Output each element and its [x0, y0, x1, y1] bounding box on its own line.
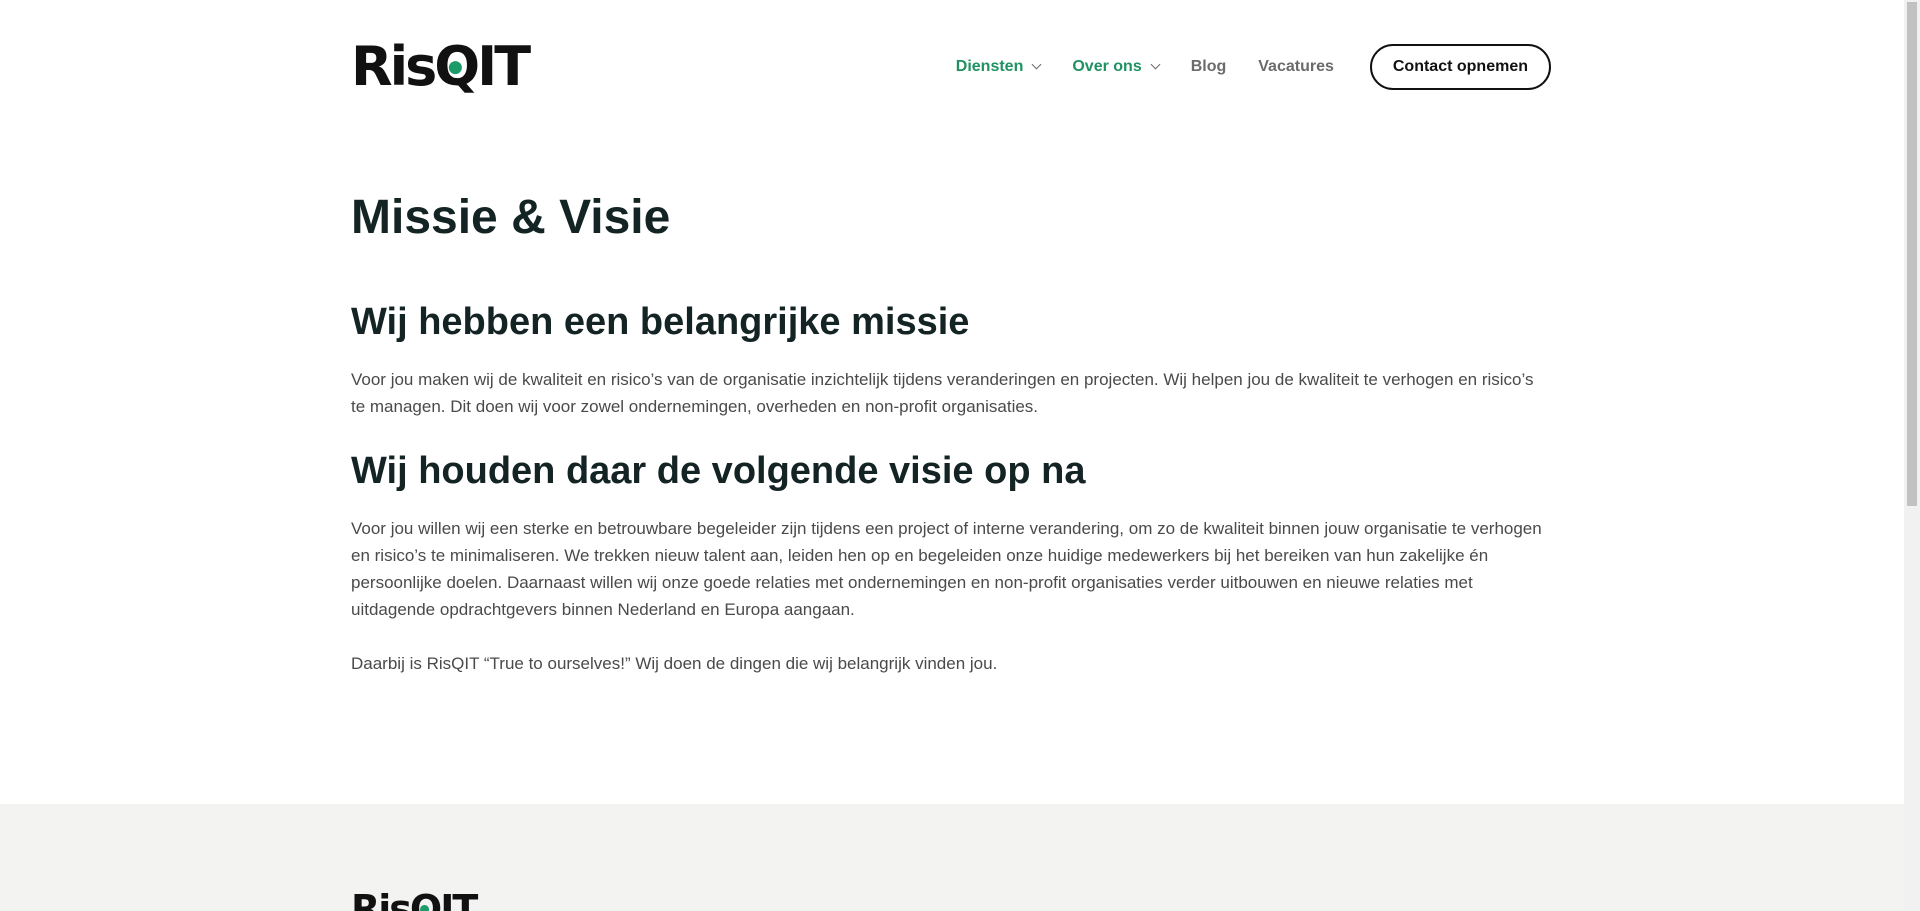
page-title: Missie & Visie	[351, 191, 671, 244]
mission-heading: Wij hebben een belangrijke missie	[351, 301, 970, 343]
nav-item-over-ons[interactable]: Over ons	[1072, 58, 1161, 76]
mission-paragraph: Voor jou maken wij de kwaliteit en risic…	[351, 370, 1534, 416]
logo-dot-icon	[448, 61, 462, 75]
scrollbar-thumb[interactable]	[1907, 2, 1917, 506]
vertical-scrollbar[interactable]	[1904, 0, 1920, 911]
browser-viewport: RisQIT Diensten Over ons Blog Vacatures …	[0, 0, 1920, 911]
footer-logo[interactable]: RisQ IT	[351, 890, 478, 911]
vision-closing-paragraph: Daarbij is RisQIT “True to ourselves!” W…	[351, 654, 998, 673]
nav-item-vacatures[interactable]: Vacatures	[1258, 58, 1334, 76]
nav-item-blog[interactable]: Blog	[1191, 58, 1227, 76]
vision-paragraph: Voor jou willen wij een sterke en betrou…	[351, 519, 1542, 619]
logo-dot-icon	[420, 904, 430, 911]
site-logo[interactable]: RisQIT	[351, 35, 531, 98]
nav-item-label: Diensten	[955, 58, 1024, 75]
vision-heading: Wij houden daar de volgende visie op na	[351, 450, 1086, 492]
nav-item-label: Blog	[1190, 58, 1227, 75]
chevron-down-icon	[1150, 59, 1161, 70]
nav-item-label: Over ons	[1072, 58, 1142, 75]
site-footer: RisQ IT	[0, 804, 1904, 911]
logo-q: Q	[434, 40, 480, 94]
main-navigation: Diensten Over ons Blog Vacatures Contact…	[924, 42, 1551, 92]
nav-item-label: Vacatures	[1258, 58, 1334, 75]
logo-q: Q	[410, 890, 442, 911]
logo-wordmark: RisQIT	[351, 35, 531, 98]
contact-button[interactable]: Contact opnemen	[1369, 44, 1551, 90]
nav-item-diensten[interactable]: Diensten	[955, 58, 1042, 76]
site-header: RisQIT Diensten Over ons Blog Vacatures …	[351, 0, 1551, 135]
chevron-down-icon	[1031, 59, 1042, 70]
page: RisQIT Diensten Over ons Blog Vacatures …	[0, 0, 1904, 911]
